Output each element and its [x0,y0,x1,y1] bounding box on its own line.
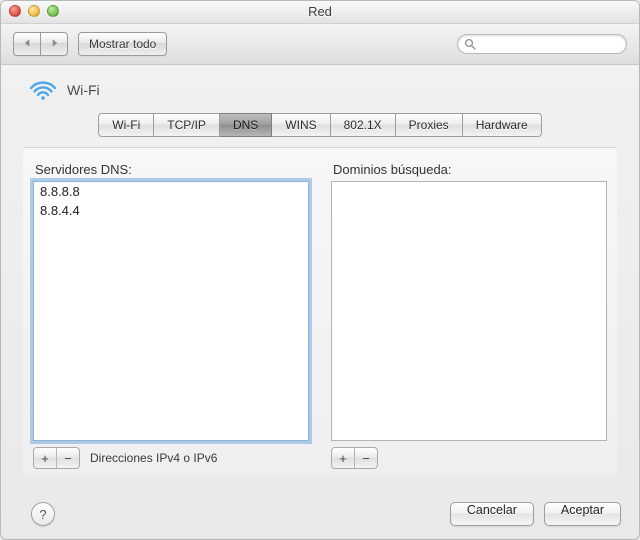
search-domains-column: Dominios búsqueda: + − [331,162,607,469]
tab-bar: Wi-FiTCP/IPDNSWINS802.1XProxiesHardware [1,113,639,137]
service-name: Wi-Fi [67,82,100,98]
dns-add-button[interactable]: + [34,448,56,468]
search-domains-list[interactable] [331,181,607,441]
back-icon [23,37,32,51]
toolbar: Mostrar todo [1,24,639,65]
tab-hardware[interactable]: Hardware [463,113,542,137]
ok-button[interactable]: Aceptar [544,502,621,526]
tab-tcpip[interactable]: TCP/IP [154,113,220,137]
window-close-button[interactable] [9,5,21,17]
window-title: Red [308,4,332,19]
show-all-button[interactable]: Mostrar todo [78,32,167,56]
dns-pane: Servidores DNS: 8.8.8.88.8.4.4 + − Direc… [23,147,617,475]
wifi-icon [29,79,57,101]
tab-wifi[interactable]: Wi-Fi [98,113,154,137]
cancel-button[interactable]: Cancelar [450,502,534,526]
dns-hint: Direcciones IPv4 o IPv6 [90,451,217,465]
forward-button[interactable] [40,32,68,56]
back-button[interactable] [13,32,40,56]
dns-add-remove-group: + − [33,447,80,469]
forward-icon [50,37,59,51]
dns-server-row[interactable]: 8.8.8.8 [34,182,308,201]
bottom-bar: ? Cancelar Aceptar [1,489,639,539]
search-domains-add-remove-group: + − [331,447,378,469]
tab-dns[interactable]: DNS [220,113,272,137]
service-header: Wi-Fi [1,75,639,109]
tab-8021x[interactable]: 802.1X [331,113,396,137]
search-domains-add-button[interactable]: + [332,448,354,468]
search-domains-remove-button[interactable]: − [354,448,377,468]
dns-remove-button[interactable]: − [56,448,79,468]
dns-servers-list[interactable]: 8.8.8.88.8.4.4 [33,181,309,441]
show-all-label: Mostrar todo [89,37,156,51]
tab-wins[interactable]: WINS [272,113,330,137]
tab-proxies[interactable]: Proxies [396,113,463,137]
dns-servers-label: Servidores DNS: [35,162,309,177]
search-input[interactable] [457,34,627,54]
titlebar: Red [1,1,639,24]
search-field-wrapper [457,34,627,54]
help-button[interactable]: ? [31,502,55,526]
window-minimize-button[interactable] [28,5,40,17]
dns-server-row[interactable]: 8.8.4.4 [34,201,308,220]
window-zoom-button[interactable] [47,5,59,17]
dns-servers-column: Servidores DNS: 8.8.8.88.8.4.4 + − Direc… [33,162,309,469]
search-domains-label: Dominios búsqueda: [333,162,607,177]
search-icon [464,38,476,50]
